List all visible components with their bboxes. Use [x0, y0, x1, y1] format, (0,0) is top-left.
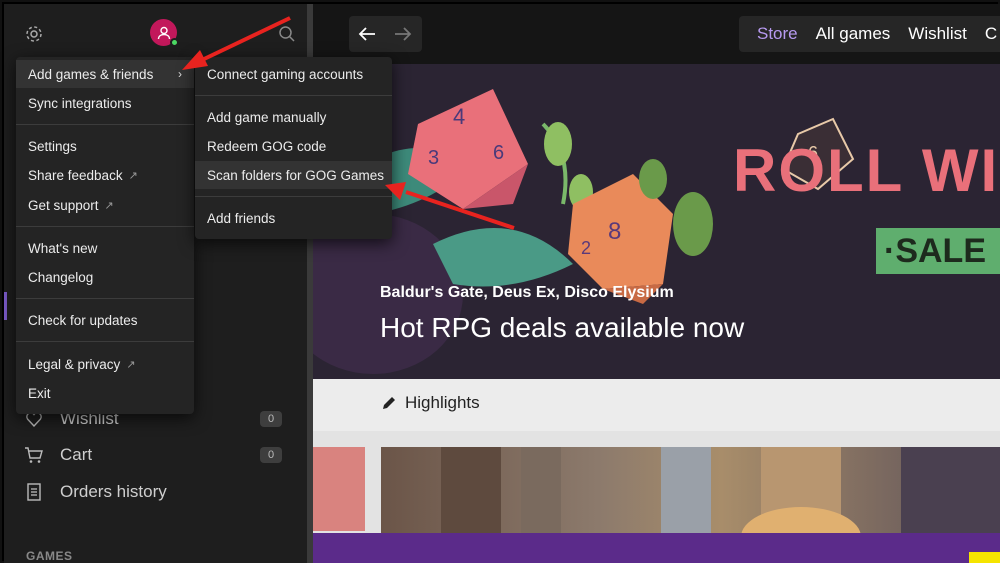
highlights-title: Highlights: [381, 393, 480, 413]
submenu-item-add-friends[interactable]: Add friends: [195, 204, 392, 232]
top-bar: Store All games Wishlist C: [313, 4, 1000, 64]
menu-item-label: Connect gaming accounts: [207, 66, 364, 82]
navigation-buttons: [349, 16, 422, 52]
arrow-left-icon: [358, 27, 375, 41]
menu-item-label: Legal & privacy: [28, 356, 121, 372]
sidebar-item-orders-history[interactable]: Orders history: [24, 479, 167, 505]
menu-separator: [16, 226, 194, 227]
menu-item-sync-integrations[interactable]: Sync integrations: [16, 89, 194, 117]
receipt-icon: [24, 482, 44, 502]
sidebar-item-cart[interactable]: Cart: [24, 442, 92, 468]
svg-text:8: 8: [608, 218, 621, 245]
external-link-icon: ↗: [126, 358, 136, 371]
tab-store[interactable]: Store: [757, 24, 798, 44]
tab-wishlist[interactable]: Wishlist: [908, 24, 967, 44]
sidebar-item-label: Orders history: [60, 482, 167, 501]
menu-item-check-updates[interactable]: Check for updates: [16, 306, 194, 334]
tab-all-games[interactable]: All games: [816, 24, 891, 44]
svg-text:3: 3: [428, 147, 439, 169]
svg-text:6: 6: [493, 142, 504, 164]
menu-item-label: Get support: [28, 197, 99, 213]
cart-count-badge: 0: [260, 447, 282, 463]
search-icon[interactable]: [278, 25, 296, 43]
menu-separator: [16, 124, 194, 125]
highlights-label: Highlights: [405, 393, 480, 412]
menu-item-legal-privacy[interactable]: Legal & privacy ↗: [16, 350, 194, 378]
tab-clipped[interactable]: C: [985, 24, 997, 44]
hero-subtitle: Baldur's Gate, Deus Ex, Disco Elysium: [380, 284, 674, 301]
menu-item-label: Changelog: [28, 269, 94, 285]
forward-button[interactable]: [385, 16, 421, 52]
menu-separator: [195, 196, 392, 197]
menu-item-share-feedback[interactable]: Share feedback ↗: [16, 161, 194, 189]
promo-strip: [313, 533, 1000, 563]
svg-text:2: 2: [581, 238, 591, 258]
menu-item-changelog[interactable]: Changelog: [16, 263, 194, 291]
submenu-item-scan-folders[interactable]: Scan folders for GOG Games: [195, 161, 392, 189]
menu-item-label: Add friends: [207, 210, 276, 226]
menu-item-label: Add games & friends: [28, 66, 154, 82]
svg-text:4: 4: [453, 104, 465, 129]
submenu-item-redeem-code[interactable]: Redeem GOG code: [195, 132, 392, 160]
wishlist-count-badge: 0: [260, 411, 282, 427]
menu-item-whats-new[interactable]: What's new: [16, 234, 194, 262]
online-status-dot: [170, 38, 179, 47]
menu-item-label: Scan folders for GOG Games: [207, 167, 385, 183]
menu-item-exit[interactable]: Exit: [16, 379, 194, 407]
menu-item-label: Exit: [28, 385, 51, 401]
chevron-right-icon: ›: [178, 67, 182, 81]
promo-tag: [969, 552, 1000, 563]
top-tabs: Store All games Wishlist C: [739, 16, 1000, 52]
menu-item-settings[interactable]: Settings: [16, 132, 194, 160]
settings-menu: Add games & friends › Sync integrations …: [16, 57, 194, 414]
external-link-icon: ↗: [128, 169, 138, 182]
back-button[interactable]: [349, 16, 385, 52]
highlights-header: Highlights: [313, 379, 1000, 431]
menu-item-label: Add game manually: [207, 109, 327, 125]
cart-icon: [24, 445, 44, 465]
submenu-item-add-game-manually[interactable]: Add game manually: [195, 103, 392, 131]
highlight-card-previous[interactable]: [313, 447, 365, 531]
hero-title: Hot RPG deals available now: [380, 312, 745, 343]
add-games-submenu: Connect gaming accounts Add game manuall…: [195, 57, 392, 239]
menu-separator: [195, 95, 392, 96]
menu-item-label: Settings: [28, 138, 77, 154]
sidebar-item-label: Cart: [60, 445, 93, 464]
menu-separator: [16, 298, 194, 299]
sale-label: ·SALE: [876, 228, 1000, 274]
menu-item-label: Check for updates: [28, 312, 138, 328]
external-link-icon: ↗: [104, 199, 114, 212]
menu-item-get-support[interactable]: Get support ↗: [16, 191, 194, 219]
pencil-icon: [383, 397, 395, 409]
submenu-item-connect-accounts[interactable]: Connect gaming accounts: [195, 60, 392, 88]
banner-headline: ROLL WI: [733, 137, 1000, 204]
avatar[interactable]: [150, 19, 179, 47]
gear-icon[interactable]: [24, 24, 44, 44]
menu-item-label: What's new: [28, 240, 98, 256]
user-icon: [157, 26, 170, 39]
main-content: Store All games Wishlist C 4 3 6 8 2 6 R…: [313, 4, 1000, 563]
hero-banner[interactable]: 4 3 6 8 2 6 ROLL WI ·SALE Baldur's Gate,…: [313, 64, 1000, 379]
menu-separator: [16, 341, 194, 342]
menu-item-label: Redeem GOG code: [207, 138, 327, 154]
menu-item-label: Share feedback: [28, 167, 123, 183]
menu-item-add-games-friends[interactable]: Add games & friends ›: [16, 60, 194, 88]
games-section-heading: GAMES: [26, 549, 73, 563]
menu-item-label: Sync integrations: [28, 95, 132, 111]
app-window: Wishlist 0 Cart 0 Orders history GAMES S…: [0, 0, 1000, 563]
sidebar-active-indicator: [4, 292, 7, 320]
arrow-right-icon: [395, 27, 412, 41]
